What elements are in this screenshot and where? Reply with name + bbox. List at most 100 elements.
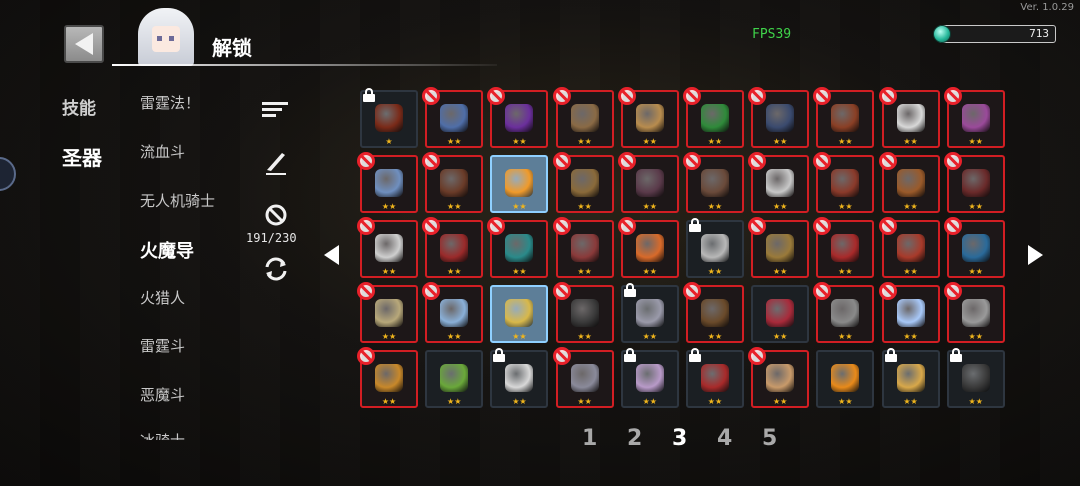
relic-slot[interactable]: ★★ (943, 152, 1005, 213)
page-number-3[interactable]: 3 (672, 426, 717, 451)
relic-slot[interactable]: ★★ (943, 87, 1005, 148)
skull-icon (375, 233, 403, 262)
relic-slot[interactable]: ★★ (620, 348, 679, 408)
relic-slot[interactable]: ★★ (685, 348, 744, 408)
hero-item-selected[interactable]: 火魔导 (140, 237, 194, 263)
ban-icon (422, 217, 441, 235)
relic-slot[interactable]: ★★ (682, 87, 744, 148)
unlock-count: 191/230 (246, 231, 297, 245)
relic-slot[interactable]: ★★ (620, 283, 679, 343)
relic-slot[interactable]: ★★ (425, 350, 484, 408)
relic-slot[interactable]: ★★ (813, 87, 875, 148)
rarity-stars: ★★ (838, 137, 853, 146)
relic-slot[interactable]: ★★ (878, 282, 940, 343)
pixel-burst-icon (766, 168, 795, 197)
rarity-stars: ★★ (512, 202, 527, 211)
relic-slot[interactable]: ★★ (617, 152, 679, 213)
back-button[interactable] (64, 25, 104, 63)
hero-item[interactable]: 流血斗 (140, 141, 185, 162)
hero-item[interactable]: 恶魔斗 (140, 384, 185, 405)
rarity-stars: ★★ (772, 397, 788, 406)
quill-pen-icon[interactable] (264, 150, 288, 176)
relic-slot[interactable]: ★★ (422, 217, 484, 278)
ban-icon (748, 347, 767, 365)
relic-slot[interactable]: ★★ (682, 282, 744, 343)
relic-slot[interactable]: ★★ (943, 217, 1005, 278)
relic-slot[interactable]: ★★ (552, 87, 614, 148)
relic-slot[interactable]: ★★ (357, 152, 418, 213)
relic-slot[interactable]: ★★ (685, 218, 744, 278)
relic-slot[interactable]: ★★ (552, 152, 614, 213)
relic-slot[interactable]: ★★ (878, 152, 940, 213)
crystal-icon (635, 363, 664, 392)
relic-slot[interactable]: ★★ (881, 348, 940, 408)
rarity-stars: ★★ (968, 202, 983, 211)
relic-slot[interactable]: ★★ (357, 217, 418, 278)
hero-item[interactable]: 火猎人 (140, 287, 185, 308)
back-arrow-icon (75, 33, 93, 55)
prev-page-arrow-icon[interactable] (324, 245, 339, 265)
rarity-stars: ★★ (447, 137, 462, 146)
relic-slot[interactable]: ★ (360, 88, 418, 148)
category-tab-skills[interactable]: 技能 (62, 94, 96, 119)
relic-slot[interactable]: ★★ (422, 282, 484, 343)
rarity-stars: ★★ (903, 267, 918, 276)
relic-slot[interactable]: ★★ (878, 217, 940, 278)
relic-slot[interactable]: ★★ (357, 282, 418, 343)
hero-item[interactable]: 冰骑士 (140, 430, 185, 440)
page-number-4[interactable]: 4 (717, 426, 762, 451)
rarity-stars: ★★ (903, 332, 918, 341)
page-number-5[interactable]: 5 (762, 426, 807, 451)
hero-item[interactable]: 无人机骑士 (140, 190, 215, 211)
relic-slot[interactable]: ★★ (487, 217, 549, 278)
relic-slot[interactable]: ★★ (748, 152, 810, 213)
carrot-icon (635, 233, 664, 262)
relic-slot[interactable]: ★★ (422, 87, 484, 148)
relic-slot[interactable]: ★★ (617, 217, 679, 278)
relic-slot[interactable]: ★★ (617, 87, 679, 148)
relic-slot[interactable]: ★★ (682, 152, 744, 213)
category-tab-relics[interactable]: 圣器 (62, 142, 102, 171)
hero-item[interactable]: 雷霆斗 (140, 335, 185, 356)
rarity-stars: ★★ (577, 332, 592, 341)
relic-slot[interactable]: ★★ (946, 348, 1005, 408)
relic-slot[interactable]: ★★ (878, 87, 940, 148)
relic-slot[interactable]: ★★ (490, 155, 549, 213)
pagination: 1 2 3 4 5 (582, 426, 807, 451)
relic-slot[interactable]: ★★ (748, 87, 810, 148)
orange-orb-icon (505, 168, 534, 197)
relic-slot[interactable]: ★★ (813, 282, 875, 343)
relic-slot[interactable]: ★★ (816, 350, 875, 408)
relic-slot[interactable]: ★★ (748, 347, 810, 408)
relic-slot[interactable]: ★★ (552, 347, 614, 408)
sort-icon[interactable] (262, 102, 288, 120)
relic-slot[interactable]: ★★ (751, 285, 810, 343)
teal-card-icon (505, 233, 534, 262)
refresh-icon[interactable] (262, 256, 290, 282)
relic-slot[interactable]: ★★ (422, 152, 484, 213)
rarity-stars: ★★ (707, 397, 723, 406)
page-number-1[interactable]: 1 (582, 426, 627, 451)
tower-icon (570, 103, 599, 132)
relic-slot[interactable]: ★★ (490, 285, 549, 343)
page-number-2[interactable]: 2 (627, 426, 672, 451)
relic-slot[interactable]: ★★ (813, 152, 875, 213)
relic-slot[interactable]: ★★ (487, 87, 549, 148)
relic-slot[interactable]: ★★ (748, 217, 810, 278)
rarity-stars: ★★ (381, 267, 397, 276)
relic-slot[interactable]: ★★ (490, 348, 549, 408)
next-page-arrow-icon[interactable] (1028, 245, 1043, 265)
ban-filter-icon[interactable] (264, 203, 288, 227)
chain-icon (831, 298, 860, 327)
hero-list[interactable]: 雷霆法！ 流血斗 无人机骑士 火魔导 火猎人 雷霆斗 恶魔斗 冰骑士 (140, 90, 240, 440)
relic-slot[interactable]: ★★ (813, 217, 875, 278)
ban-icon (357, 282, 375, 300)
relic-slot[interactable]: ★★ (552, 217, 614, 278)
relic-slot[interactable]: ★★ (552, 282, 614, 343)
relic-slot[interactable]: ★★ (357, 347, 418, 408)
rarity-stars: ★★ (838, 397, 853, 406)
rarity-stars: ★★ (642, 137, 657, 146)
hero-item[interactable]: 雷霆法！ (140, 92, 200, 113)
padlock-icon (623, 283, 637, 297)
relic-slot[interactable]: ★★ (943, 282, 1005, 343)
